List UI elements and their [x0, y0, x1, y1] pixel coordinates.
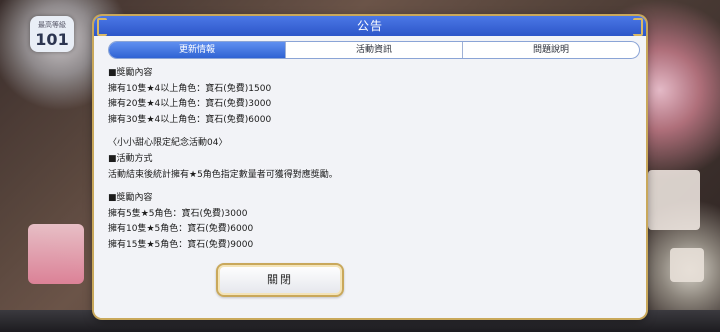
- tab-event-info[interactable]: 活動資訊: [286, 42, 463, 58]
- content-line: 擁有5隻★5角色：寶石(免費)3000: [108, 208, 248, 219]
- content-line: 活動結束後統計擁有★5角色指定數量者可獲得對應獎勵。: [108, 169, 338, 180]
- announcement-tabs: 更新情報 活動資訊 問題說明: [108, 41, 640, 59]
- titlebar-corner-ornament-left: [97, 18, 107, 36]
- content-line: 擁有10隻★5角色：寶石(免費)6000: [108, 224, 254, 235]
- titlebar-corner-ornament-right: [633, 18, 643, 36]
- dialog-footer: [94, 274, 646, 318]
- background-side-card: [648, 170, 700, 230]
- content-line: 擁有30隻★4以上角色：寶石(免費)6000: [108, 114, 272, 125]
- content-line: ■獎勵內容: [108, 193, 153, 204]
- announcement-content[interactable]: ■獎勵內容 擁有10隻★4以上角色：寶石(免費)1500 擁有20隻★4以上角色…: [108, 66, 634, 272]
- max-level-value: 101: [35, 29, 69, 49]
- dialog-title: 公告: [356, 19, 383, 33]
- content-line: 擁有15隻★5角色：寶石(免費)9000: [108, 239, 254, 250]
- max-level-label: 最高等級: [38, 20, 66, 29]
- dialog-titlebar: 公告: [94, 16, 646, 36]
- content-line: 〈小小甜心限定紀念活動04〉: [108, 138, 228, 149]
- max-level-badge: 最高等級 101: [30, 16, 74, 52]
- tab-faq[interactable]: 問題說明: [463, 42, 639, 58]
- announcement-dialog: 公告 更新情報 活動資訊 問題說明 ■獎勵內容 擁有10隻★4以上角色：寶石(免…: [94, 16, 646, 318]
- content-line: ■活動方式: [108, 153, 153, 164]
- tab-update-info[interactable]: 更新情報: [109, 42, 286, 58]
- gift-icon: [670, 248, 704, 282]
- background-event-banner: [28, 224, 84, 284]
- content-line: 擁有20隻★4以上角色：寶石(免費)3000: [108, 99, 272, 110]
- close-button[interactable]: 關閉: [216, 263, 344, 297]
- content-line: 擁有10隻★4以上角色：寶石(免費)1500: [108, 83, 272, 94]
- content-line: ■獎勵內容: [108, 68, 153, 78]
